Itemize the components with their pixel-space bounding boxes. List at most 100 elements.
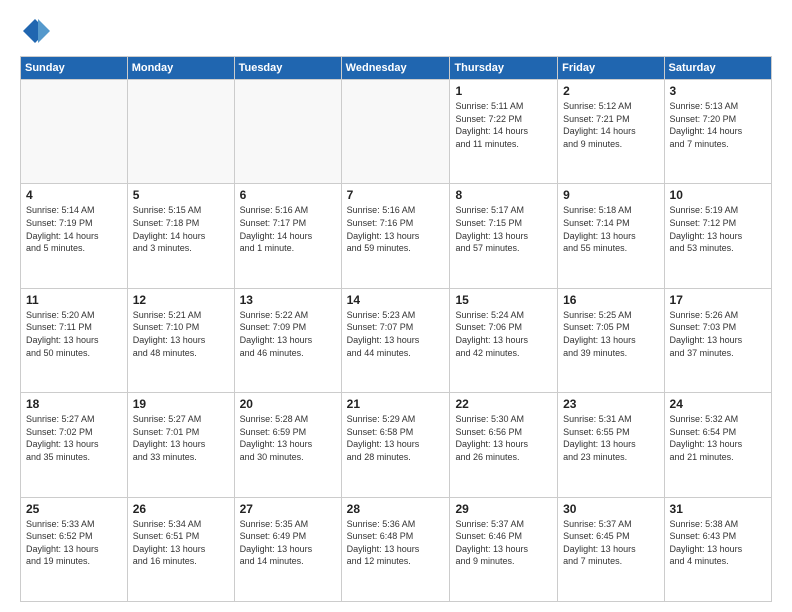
day-number: 21 xyxy=(347,397,445,411)
day-number: 12 xyxy=(133,293,229,307)
day-number: 31 xyxy=(670,502,766,516)
day-number: 27 xyxy=(240,502,336,516)
calendar-cell: 5 Sunrise: 5:15 AM Sunset: 7:18 PM Daylig… xyxy=(127,184,234,288)
calendar-cell: 6 Sunrise: 5:16 AM Sunset: 7:17 PM Daylig… xyxy=(234,184,341,288)
calendar-cell: 12 Sunrise: 5:21 AM Sunset: 7:10 PM Dayli… xyxy=(127,288,234,392)
day-number: 28 xyxy=(347,502,445,516)
calendar-table: SundayMondayTuesdayWednesdayThursdayFrid… xyxy=(20,56,772,602)
day-number: 5 xyxy=(133,188,229,202)
day-info: Sunrise: 5:27 AM Sunset: 7:01 PM Dayligh… xyxy=(133,413,229,463)
day-info: Sunrise: 5:21 AM Sunset: 7:10 PM Dayligh… xyxy=(133,309,229,359)
calendar-cell: 22 Sunrise: 5:30 AM Sunset: 6:56 PM Dayli… xyxy=(450,393,558,497)
day-number: 1 xyxy=(455,84,552,98)
calendar-week: 1 Sunrise: 5:11 AM Sunset: 7:22 PM Daylig… xyxy=(21,80,772,184)
calendar-week: 11 Sunrise: 5:20 AM Sunset: 7:11 PM Dayli… xyxy=(21,288,772,392)
header-day: Tuesday xyxy=(234,57,341,80)
day-number: 29 xyxy=(455,502,552,516)
day-number: 14 xyxy=(347,293,445,307)
calendar-cell: 13Sunrise: 5:22 AM Sunset: 7:09 PM Dayli… xyxy=(234,288,341,392)
calendar-cell xyxy=(234,80,341,184)
day-info: Sunrise: 5:32 AM Sunset: 6:54 PM Dayligh… xyxy=(670,413,766,463)
header xyxy=(20,16,772,46)
header-row: SundayMondayTuesdayWednesdayThursdayFrid… xyxy=(21,57,772,80)
calendar-cell: 16 Sunrise: 5:25 AM Sunset: 7:05 PM Dayli… xyxy=(558,288,664,392)
day-number: 19 xyxy=(133,397,229,411)
day-number: 26 xyxy=(133,502,229,516)
calendar-cell: 11 Sunrise: 5:20 AM Sunset: 7:11 PM Dayli… xyxy=(21,288,128,392)
day-number: 20 xyxy=(240,397,336,411)
day-info: Sunrise: 5:15 AM Sunset: 7:18 PM Dayligh… xyxy=(133,204,229,254)
calendar-cell: 3 Sunrise: 5:13 AM Sunset: 7:20 PM Daylig… xyxy=(664,80,771,184)
day-number: 9 xyxy=(563,188,658,202)
day-number: 10 xyxy=(670,188,766,202)
day-info: Sunrise: 5:20 AM Sunset: 7:11 PM Dayligh… xyxy=(26,309,122,359)
header-day: Sunday xyxy=(21,57,128,80)
day-info: Sunrise: 5:23 AM Sunset: 7:07 PM Dayligh… xyxy=(347,309,445,359)
header-day: Thursday xyxy=(450,57,558,80)
day-info: Sunrise: 5:16 AM Sunset: 7:16 PM Dayligh… xyxy=(347,204,445,254)
day-info: Sunrise: 5:19 AM Sunset: 7:12 PM Dayligh… xyxy=(670,204,766,254)
day-number: 25 xyxy=(26,502,122,516)
day-info: Sunrise: 5:25 AM Sunset: 7:05 PM Dayligh… xyxy=(563,309,658,359)
day-info: Sunrise: 5:27 AM Sunset: 7:02 PM Dayligh… xyxy=(26,413,122,463)
calendar-cell: 15 Sunrise: 5:24 AM Sunset: 7:06 PM Dayli… xyxy=(450,288,558,392)
day-info: Sunrise: 5:37 AM Sunset: 6:45 PM Dayligh… xyxy=(563,518,658,568)
calendar-week: 25 Sunrise: 5:33 AM Sunset: 6:52 PM Dayli… xyxy=(21,497,772,601)
day-number: 24 xyxy=(670,397,766,411)
calendar-cell: 31 Sunrise: 5:38 AM Sunset: 6:43 PM Dayli… xyxy=(664,497,771,601)
day-info: Sunrise: 5:17 AM Sunset: 7:15 PM Dayligh… xyxy=(455,204,552,254)
day-number: 6 xyxy=(240,188,336,202)
day-number: 30 xyxy=(563,502,658,516)
calendar-cell: 20 Sunrise: 5:28 AM Sunset: 6:59 PM Dayli… xyxy=(234,393,341,497)
day-info: Sunrise: 5:34 AM Sunset: 6:51 PM Dayligh… xyxy=(133,518,229,568)
calendar-cell: 25 Sunrise: 5:33 AM Sunset: 6:52 PM Dayli… xyxy=(21,497,128,601)
calendar-cell: 4Sunrise: 5:14 AM Sunset: 7:19 PM Daylig… xyxy=(21,184,128,288)
day-number: 2 xyxy=(563,84,658,98)
calendar-cell xyxy=(21,80,128,184)
day-number: 8 xyxy=(455,188,552,202)
day-info: Sunrise: 5:28 AM Sunset: 6:59 PM Dayligh… xyxy=(240,413,336,463)
page: SundayMondayTuesdayWednesdayThursdayFrid… xyxy=(0,0,792,612)
day-info: Sunrise: 5:35 AM Sunset: 6:49 PM Dayligh… xyxy=(240,518,336,568)
day-number: 15 xyxy=(455,293,552,307)
calendar-cell: 2Sunrise: 5:12 AM Sunset: 7:21 PM Daylig… xyxy=(558,80,664,184)
day-number: 11 xyxy=(26,293,122,307)
day-info: Sunrise: 5:11 AM Sunset: 7:22 PM Dayligh… xyxy=(455,100,552,150)
header-day: Wednesday xyxy=(341,57,450,80)
calendar-cell: 28Sunrise: 5:36 AM Sunset: 6:48 PM Dayli… xyxy=(341,497,450,601)
calendar-week: 18 Sunrise: 5:27 AM Sunset: 7:02 PM Dayli… xyxy=(21,393,772,497)
calendar-cell: 21 Sunrise: 5:29 AM Sunset: 6:58 PM Dayli… xyxy=(341,393,450,497)
day-info: Sunrise: 5:37 AM Sunset: 6:46 PM Dayligh… xyxy=(455,518,552,568)
day-info: Sunrise: 5:29 AM Sunset: 6:58 PM Dayligh… xyxy=(347,413,445,463)
calendar-cell: 30 Sunrise: 5:37 AM Sunset: 6:45 PM Dayli… xyxy=(558,497,664,601)
day-info: Sunrise: 5:24 AM Sunset: 7:06 PM Dayligh… xyxy=(455,309,552,359)
day-number: 4 xyxy=(26,188,122,202)
day-info: Sunrise: 5:26 AM Sunset: 7:03 PM Dayligh… xyxy=(670,309,766,359)
day-info: Sunrise: 5:13 AM Sunset: 7:20 PM Dayligh… xyxy=(670,100,766,150)
calendar-cell: 24 Sunrise: 5:32 AM Sunset: 6:54 PM Dayli… xyxy=(664,393,771,497)
day-number: 18 xyxy=(26,397,122,411)
day-info: Sunrise: 5:33 AM Sunset: 6:52 PM Dayligh… xyxy=(26,518,122,568)
header-day: Saturday xyxy=(664,57,771,80)
day-info: Sunrise: 5:30 AM Sunset: 6:56 PM Dayligh… xyxy=(455,413,552,463)
calendar-cell: 26 Sunrise: 5:34 AM Sunset: 6:51 PM Dayli… xyxy=(127,497,234,601)
day-number: 22 xyxy=(455,397,552,411)
day-number: 23 xyxy=(563,397,658,411)
header-day: Friday xyxy=(558,57,664,80)
calendar-cell: 10 Sunrise: 5:19 AM Sunset: 7:12 PM Dayli… xyxy=(664,184,771,288)
day-info: Sunrise: 5:31 AM Sunset: 6:55 PM Dayligh… xyxy=(563,413,658,463)
calendar-cell: 18 Sunrise: 5:27 AM Sunset: 7:02 PM Dayli… xyxy=(21,393,128,497)
header-day: Monday xyxy=(127,57,234,80)
day-info: Sunrise: 5:38 AM Sunset: 6:43 PM Dayligh… xyxy=(670,518,766,568)
logo-icon xyxy=(20,16,50,46)
calendar-cell: 19 Sunrise: 5:27 AM Sunset: 7:01 PM Dayli… xyxy=(127,393,234,497)
day-number: 3 xyxy=(670,84,766,98)
calendar-cell: 1 Sunrise: 5:11 AM Sunset: 7:22 PM Daylig… xyxy=(450,80,558,184)
calendar-cell: 23 Sunrise: 5:31 AM Sunset: 6:55 PM Dayli… xyxy=(558,393,664,497)
day-number: 16 xyxy=(563,293,658,307)
day-number: 17 xyxy=(670,293,766,307)
day-info: Sunrise: 5:18 AM Sunset: 7:14 PM Dayligh… xyxy=(563,204,658,254)
day-info: Sunrise: 5:16 AM Sunset: 7:17 PM Dayligh… xyxy=(240,204,336,254)
calendar-cell: 27 Sunrise: 5:35 AM Sunset: 6:49 PM Dayli… xyxy=(234,497,341,601)
logo xyxy=(20,16,54,46)
